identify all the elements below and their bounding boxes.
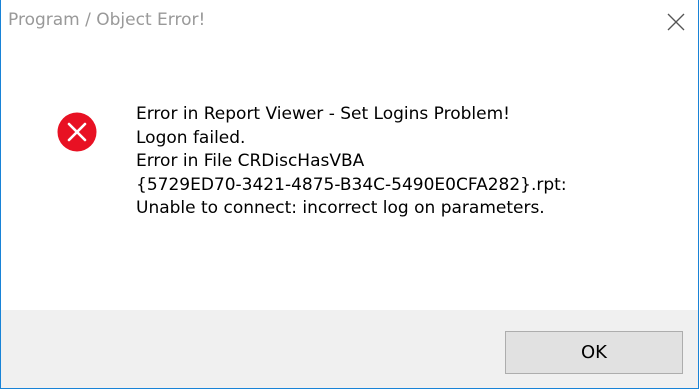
dialog-title: Program / Object Error! [8,10,206,30]
ok-button[interactable]: OK [505,331,683,374]
message-line: Error in File CRDiscHasVBA [136,151,365,171]
message-line: Unable to connect: incorrect log on para… [136,198,545,218]
close-icon [667,13,685,31]
close-button[interactable] [654,0,698,44]
message-line: {5729ED70-3421-4875-B34C-5490E0CFA282}.r… [136,174,567,195]
error-message: Error in Report Viewer - Set Logins Prob… [136,103,567,221]
error-dialog: Program / Object Error! Error in Report … [0,0,699,389]
button-area: OK [1,310,698,388]
message-line: Error in Report Viewer - Set Logins Prob… [136,104,510,124]
title-bar: Program / Object Error! [1,0,698,44]
dialog-content: Error in Report Viewer - Set Logins Prob… [1,44,698,310]
error-icon [57,112,97,152]
message-line: Logon failed. [136,127,246,148]
